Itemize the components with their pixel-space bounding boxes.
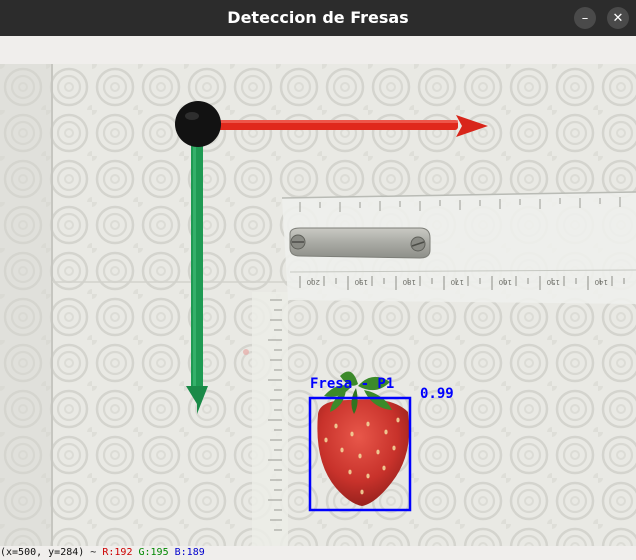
- metal-clamp: [289, 227, 431, 259]
- minimize-button[interactable]: –: [574, 7, 596, 29]
- cursor-coordinates: (x=500, y=284) ~: [0, 547, 97, 558]
- y-axis-rod: [191, 138, 203, 396]
- paper-speck: [243, 349, 249, 355]
- detection-label: Fresa - P1: [310, 376, 394, 392]
- close-button[interactable]: ✕: [607, 7, 629, 29]
- ruler-label-180: 180: [403, 278, 416, 286]
- ruler-label-160: 160: [499, 278, 512, 286]
- vertical-ruler-body: [252, 292, 288, 546]
- pixel-green-value: G:195: [138, 547, 169, 558]
- toolbar: [0, 36, 636, 65]
- status-bar: (x=500, y=284) ~ R:192 G:195 B:189: [0, 546, 636, 560]
- close-icon: ✕: [612, 10, 624, 26]
- image-viewport[interactable]: 200 190 180 170 160 150 140 Fresa - P1 0…: [0, 64, 636, 546]
- origin-ball: [175, 101, 221, 147]
- pixel-blue-value: B:189: [174, 547, 205, 558]
- ruler-label-190: 190: [355, 278, 368, 286]
- window-title: Deteccion de Fresas: [227, 8, 409, 27]
- ruler-label-170: 170: [451, 278, 464, 286]
- ruler-label-200: 200: [307, 278, 320, 286]
- minimize-icon: –: [581, 10, 589, 26]
- horizontal-ruler: 200 190 180 170 160 150 140: [281, 191, 636, 304]
- title-bar: Deteccion de Fresas – ✕: [0, 0, 636, 36]
- vertical-ruler: [252, 292, 288, 546]
- ruler-label-140: 140: [595, 278, 608, 286]
- camera-frame: 200 190 180 170 160 150 140 Fresa - P1 0…: [0, 64, 636, 546]
- ruler-label-150: 150: [547, 278, 560, 286]
- app-window: Deteccion de Fresas – ✕ 200 190 180 170 …: [0, 0, 636, 560]
- detection-confidence: 0.99: [420, 386, 454, 402]
- pixel-red-value: R:192: [102, 547, 133, 558]
